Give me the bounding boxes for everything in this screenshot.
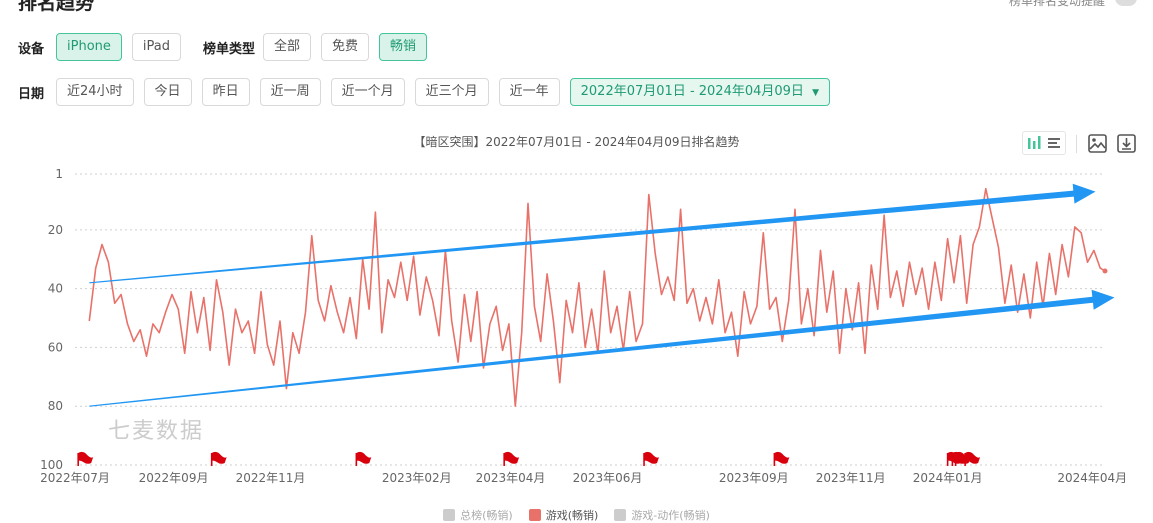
y-tick-label: 40 [48, 282, 63, 296]
legend-item-game[interactable]: 游戏(畅销) [528, 507, 599, 523]
legend-label: 总榜(畅销) [460, 509, 513, 522]
y-tick-label: 60 [48, 340, 63, 354]
x-tick-label: 2023年09月 [719, 471, 789, 485]
x-tick-label: 2024年01月 [913, 471, 983, 485]
legend-swatch [443, 509, 456, 521]
flag-icon [78, 451, 94, 464]
y-tick-label: 80 [48, 399, 63, 413]
series-line [88, 187, 1106, 407]
x-tick-label: 2024年04月 [1057, 471, 1127, 485]
legend-label: 游戏(畅销) [545, 509, 599, 522]
flag-icon [356, 451, 372, 464]
y-tick-label: 20 [48, 223, 63, 237]
legend-swatch [614, 509, 627, 521]
x-tick-label: 2023年06月 [573, 471, 643, 485]
flag-icon [504, 451, 520, 464]
chart-legend: 总榜(畅销) 游戏(畅销) 游戏-动作(畅销) [0, 507, 1153, 523]
x-tick-label: 2023年11月 [816, 471, 886, 485]
flag-icon [211, 451, 227, 464]
legend-swatch [528, 509, 541, 521]
x-tick-label: 2023年04月 [476, 471, 546, 485]
flag-icon [774, 451, 790, 464]
y-tick-label: 1 [55, 167, 63, 181]
legend-item-action[interactable]: 游戏-动作(畅销) [614, 507, 710, 523]
watermark: 七麦数据 [108, 419, 205, 444]
legend-label: 游戏-动作(畅销) [631, 509, 710, 522]
data-point [1102, 268, 1108, 274]
y-tick-label: 100 [40, 458, 63, 472]
x-tick-label: 2022年11月 [236, 471, 306, 485]
x-tick-label: 2022年09月 [139, 471, 209, 485]
x-tick-label: 2022年07月 [40, 471, 110, 485]
x-tick-label: 2023年02月 [382, 471, 452, 485]
flag-icon [644, 451, 660, 464]
legend-item-overall[interactable]: 总榜(畅销) [443, 507, 513, 523]
